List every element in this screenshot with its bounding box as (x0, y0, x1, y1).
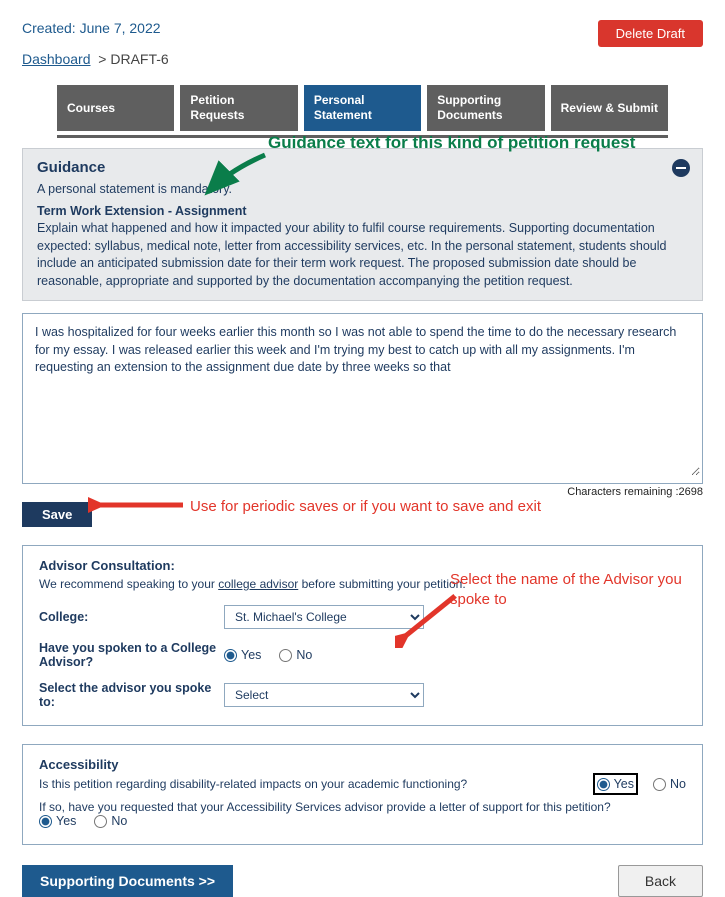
advisor-title: Advisor Consultation: (39, 558, 686, 573)
college-label: College: (39, 610, 224, 624)
advisor-panel: Advisor Consultation: We recommend speak… (22, 545, 703, 726)
college-select[interactable]: St. Michael's College (224, 605, 424, 629)
guidance-mandatory: A personal statement is mandatory. (37, 182, 688, 196)
advisor-select[interactable]: Select (224, 683, 424, 707)
personal-statement-input[interactable] (25, 316, 700, 476)
acc-q1-yes-radio[interactable] (597, 778, 610, 791)
back-button[interactable]: Back (618, 865, 703, 897)
acc-q1: Is this petition regarding disability-re… (39, 777, 590, 791)
acc-q1-no-radio[interactable] (653, 778, 666, 791)
breadcrumb-current: DRAFT-6 (110, 51, 168, 67)
breadcrumb-dashboard-link[interactable]: Dashboard (22, 51, 91, 67)
accessibility-panel: Accessibility Is this petition regarding… (22, 744, 703, 845)
guidance-title: Guidance (37, 159, 688, 176)
tab-review-submit[interactable]: Review & Submit (551, 85, 668, 131)
acc-q1-no-option[interactable]: No (653, 777, 686, 791)
guidance-subtype: Term Work Extension - Assignment (37, 204, 688, 218)
advisor-sub-pre: We recommend speaking to your (39, 577, 218, 591)
spoken-yes-label: Yes (241, 648, 261, 662)
guidance-panel: Guidance A personal statement is mandato… (22, 148, 703, 301)
arrow-red-save-icon (88, 494, 188, 516)
acc-q1-yes-label: Yes (614, 777, 634, 791)
advisor-subtitle: We recommend speaking to your college ad… (39, 577, 686, 591)
characters-remaining: Characters remaining :2698 (22, 486, 703, 498)
college-advisor-link[interactable]: college advisor (218, 577, 298, 591)
supporting-documents-button[interactable]: Supporting Documents >> (22, 865, 233, 897)
annotation-save: Use for periodic saves or if you want to… (190, 498, 541, 515)
acc-q2-yes-radio[interactable] (39, 815, 52, 828)
advisor-sub-post: before submitting your petition. (298, 577, 465, 591)
acc-q2-no-radio[interactable] (94, 815, 107, 828)
acc-q1-yes-option[interactable]: Yes (596, 776, 635, 792)
tab-petition-requests[interactable]: Petition Requests (180, 85, 297, 131)
tab-courses[interactable]: Courses (57, 85, 174, 131)
spoken-label: Have you spoken to a College Advisor? (39, 641, 224, 669)
acc-q2-no-label: No (111, 814, 127, 828)
tab-bar: Courses Petition Requests Personal State… (22, 85, 703, 131)
acc-q2-yes-label: Yes (56, 814, 76, 828)
statement-wrapper (22, 313, 703, 484)
breadcrumb: Dashboard > DRAFT-6 (22, 51, 703, 67)
acc-q2: If so, have you requested that your Acce… (39, 800, 680, 814)
spoken-no-option[interactable]: No (279, 648, 312, 662)
spoken-no-radio[interactable] (279, 649, 292, 662)
tab-supporting-documents[interactable]: Supporting Documents (427, 85, 544, 131)
spoken-yes-radio[interactable] (224, 649, 237, 662)
collapse-icon[interactable] (672, 159, 690, 177)
acc-q2-no-option[interactable]: No (94, 814, 127, 828)
acc-q1-no-label: No (670, 777, 686, 791)
spoken-yes-option[interactable]: Yes (224, 648, 261, 662)
created-date: Created: June 7, 2022 (22, 20, 161, 36)
acc-q2-yes-option[interactable]: Yes (39, 814, 76, 828)
tab-personal-statement[interactable]: Personal Statement (304, 85, 421, 131)
accessibility-title: Accessibility (39, 757, 686, 772)
tab-divider (57, 135, 668, 138)
delete-draft-button[interactable]: Delete Draft (598, 20, 703, 47)
select-advisor-label: Select the advisor you spoke to: (39, 681, 224, 709)
spoken-no-label: No (296, 648, 312, 662)
guidance-body: Explain what happened and how it impacte… (37, 220, 688, 290)
save-button[interactable]: Save (22, 502, 92, 527)
